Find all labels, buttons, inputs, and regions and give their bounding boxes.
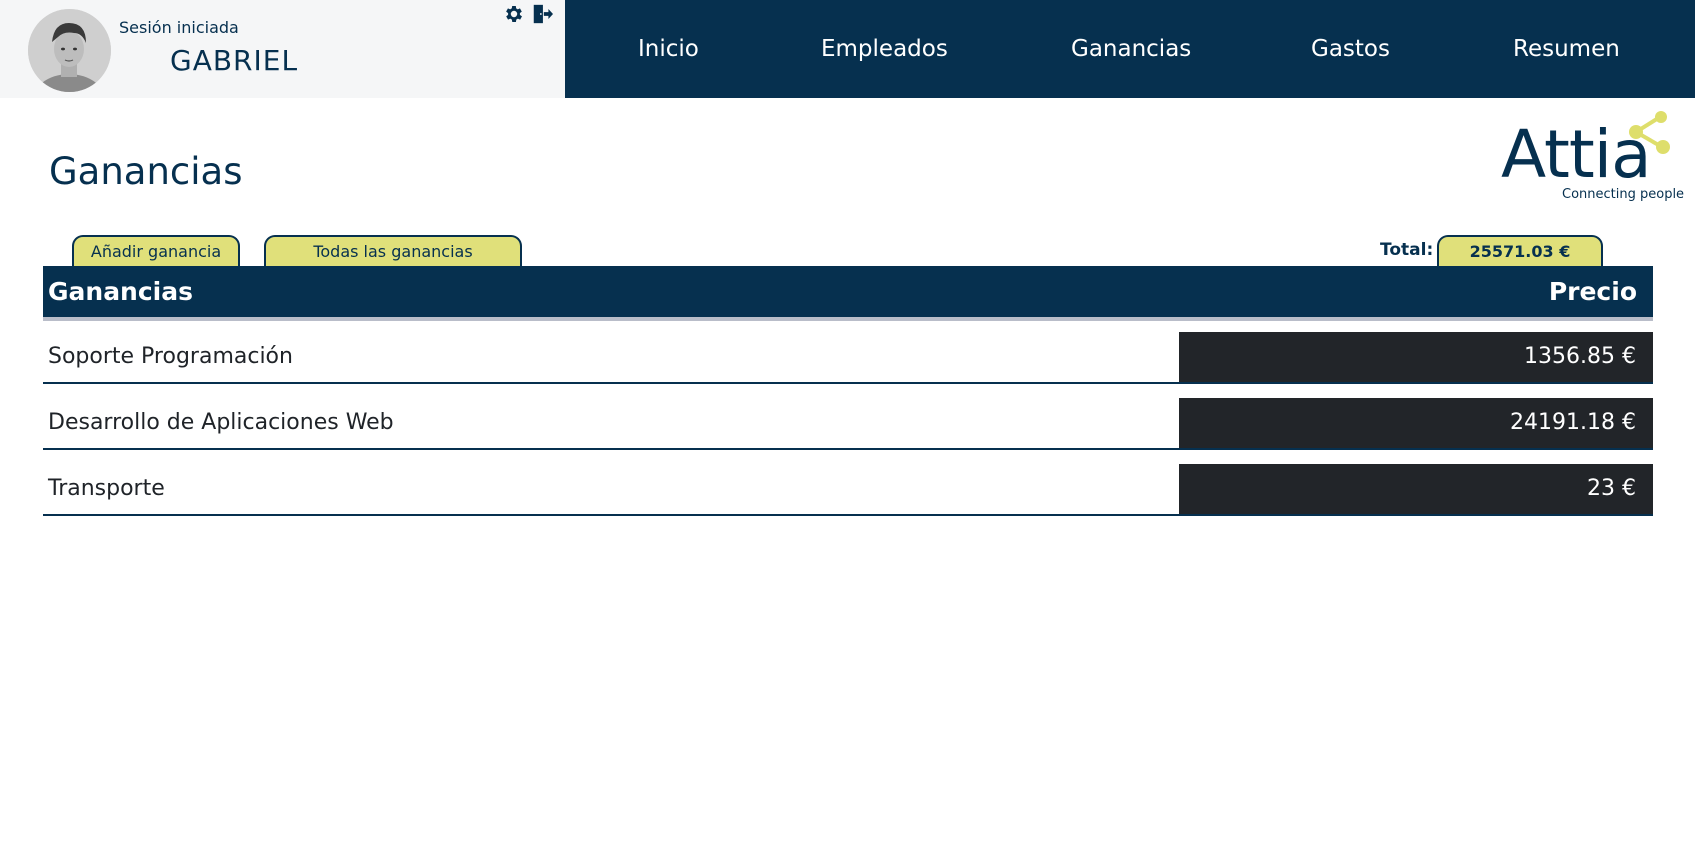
nav-item-resumen[interactable]: Resumen [1513, 0, 1620, 98]
row-name: Desarrollo de Aplicaciones Web [48, 410, 394, 435]
gear-icon[interactable] [503, 3, 525, 25]
nav-item-ganancias[interactable]: Ganancias [1071, 0, 1191, 98]
session-label: Sesión iniciada [119, 18, 239, 37]
column-header-precio: Precio [1548, 277, 1637, 306]
column-header-ganancias: Ganancias [48, 277, 193, 306]
row-name: Soporte Programación [48, 344, 293, 369]
row-price: 23 € [1179, 464, 1653, 514]
user-name: GABRIEL [170, 44, 299, 77]
avatar [28, 9, 111, 92]
table-row[interactable]: Transporte 23 € [43, 464, 1653, 516]
page-title: Ganancias [49, 150, 243, 193]
row-name: Transporte [48, 476, 165, 501]
nav-item-inicio[interactable]: Inicio [638, 0, 699, 98]
user-panel: Sesión iniciada GABRIEL [0, 0, 565, 98]
total-value: 25571.03 € [1437, 235, 1603, 266]
total-label: Total: [1380, 240, 1434, 260]
row-price: 24191.18 € [1179, 398, 1653, 448]
main-nav: Inicio Empleados Ganancias Gastos Resume… [565, 0, 1695, 98]
logo-tagline: Connecting people [1562, 187, 1685, 202]
table-row[interactable]: Desarrollo de Aplicaciones Web 24191.18 … [43, 398, 1653, 450]
row-price: 1356.85 € [1179, 332, 1653, 382]
add-earning-button[interactable]: Añadir ganancia [72, 235, 240, 266]
nav-item-empleados[interactable]: Empleados [821, 0, 948, 98]
nav-item-gastos[interactable]: Gastos [1311, 0, 1390, 98]
share-icon [1629, 111, 1670, 154]
table-header: Ganancias Precio [43, 266, 1653, 321]
logout-icon[interactable] [531, 3, 553, 25]
table-row[interactable]: Soporte Programación 1356.85 € [43, 332, 1653, 384]
header: Sesión iniciada GABRIEL Inicio Empleados… [0, 0, 1695, 98]
all-earnings-button[interactable]: Todas las ganancias [264, 235, 522, 266]
attia-logo: Attia Connecting people [1494, 108, 1684, 206]
